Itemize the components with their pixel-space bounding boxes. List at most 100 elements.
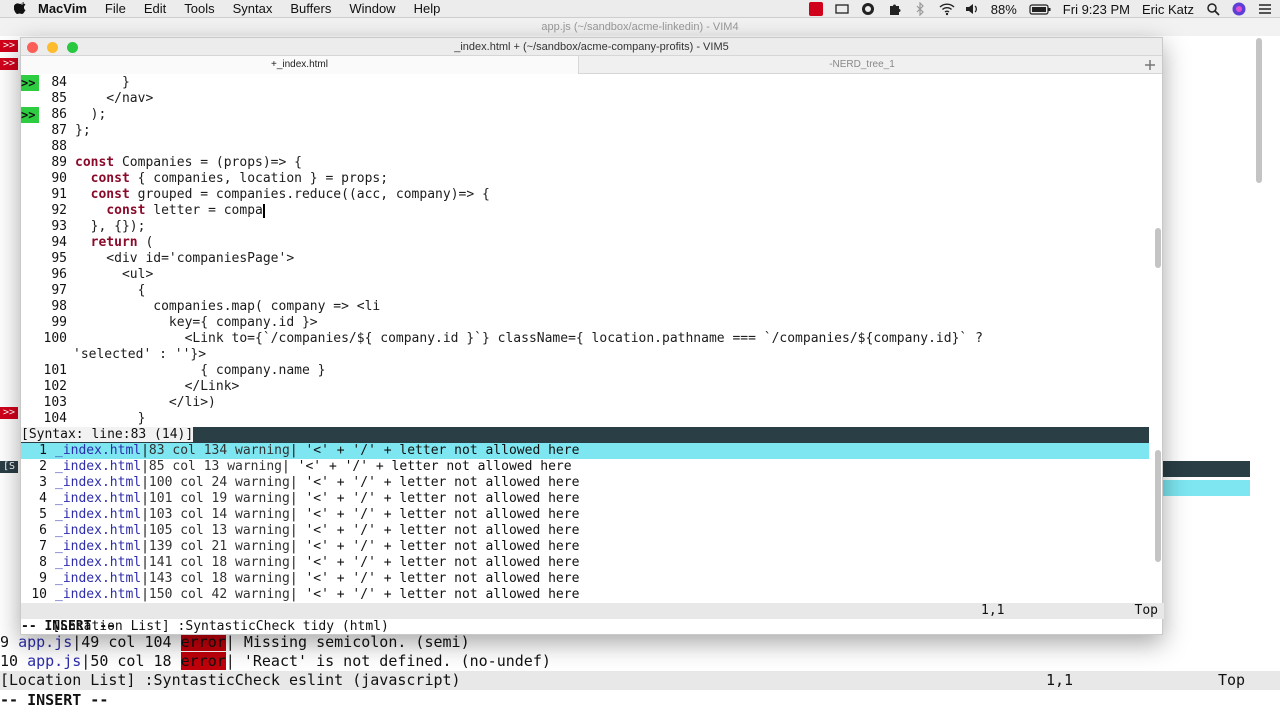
- code-line[interactable]: 94 return (: [21, 235, 153, 251]
- bluetooth-icon[interactable]: [913, 1, 927, 17]
- menu-window[interactable]: Window: [349, 1, 395, 16]
- code-line[interactable]: 93 }, {});: [21, 219, 145, 235]
- code-line[interactable]: >> 86 );: [21, 107, 106, 123]
- clock[interactable]: Fri 9:23 PM: [1063, 2, 1130, 17]
- location-list[interactable]: 1 _index.html|83 col 134 warning| '<' + '…: [21, 443, 1149, 603]
- list-file: _index.html: [55, 443, 142, 458]
- list-item[interactable]: 6 _index.html|105 col 13 warning| '<' + '…: [21, 523, 1149, 539]
- code-text: <ul>: [75, 267, 154, 282]
- code-line[interactable]: 101 { company.name }: [21, 363, 326, 379]
- line-number: 103: [43, 395, 67, 410]
- code-text: companies.map( company => <li: [75, 299, 381, 314]
- menu-edit[interactable]: Edit: [144, 1, 166, 16]
- list-item[interactable]: 3 _index.html|100 col 24 warning| '<' + '…: [21, 475, 1149, 491]
- list-message: '<' + '/' + letter not allowed here: [297, 491, 580, 506]
- line-number: 104: [43, 411, 67, 426]
- battery-icon[interactable]: [1029, 2, 1051, 16]
- code-line[interactable]: 87};: [21, 123, 90, 139]
- menu-macvim[interactable]: MacVim: [38, 1, 87, 16]
- location-list-scrollbar[interactable]: [1155, 450, 1161, 562]
- code-line[interactable]: 97 {: [21, 283, 145, 299]
- list-item[interactable]: 5 _index.html|103 col 14 warning| '<' + '…: [21, 507, 1149, 523]
- menu-help[interactable]: Help: [414, 1, 441, 16]
- code-line[interactable]: 103 </li>): [21, 395, 216, 411]
- list-file: _index.html: [55, 539, 142, 554]
- line-number: 85: [51, 91, 67, 106]
- code-line[interactable]: 92 const letter = compa: [21, 203, 265, 219]
- spotlight-search-icon[interactable]: [1206, 2, 1220, 16]
- code-line[interactable]: >> 84 }: [21, 75, 130, 91]
- editor-scrollbar[interactable]: [1155, 228, 1161, 268]
- list-item[interactable]: 10 _index.html|150 col 42 warning| '<' + …: [21, 587, 1149, 603]
- code-line[interactable]: 91 const grouped = companies.reduce((acc…: [21, 187, 489, 203]
- line-number: 88: [51, 139, 67, 154]
- separator: |: [141, 523, 149, 538]
- list-file: _index.html: [55, 507, 142, 522]
- menu-buffers[interactable]: Buffers: [290, 1, 331, 16]
- line-number: 97: [51, 283, 67, 298]
- list-location: 85 col 13 warning: [148, 459, 282, 474]
- code-line[interactable]: 95 <div id='companiesPage'>: [21, 251, 294, 267]
- menu-tools[interactable]: Tools: [184, 1, 214, 16]
- add-tab-icon[interactable]: [1144, 59, 1156, 71]
- code-line[interactable]: 'selected' : ''}>: [21, 347, 206, 363]
- code-line[interactable]: 96 <ul>: [21, 267, 153, 283]
- tab-nerd-tree[interactable]: -NERD_tree_1: [580, 56, 1144, 74]
- list-item[interactable]: 8 _index.html|141 col 18 warning| '<' + '…: [21, 555, 1149, 571]
- list-item[interactable]: 10 app.js|50 col 18 error| 'React' is no…: [0, 652, 551, 671]
- siri-icon[interactable]: [1232, 2, 1246, 16]
- status-left: [Location List] :SyntasticCheck eslint (…: [0, 671, 461, 689]
- code-line[interactable]: 100 <Link to={`/companies/${ company.id …: [21, 331, 983, 347]
- list-item[interactable]: 9 app.js|49 col 104 error| Missing semic…: [0, 633, 470, 652]
- separator: |: [141, 443, 149, 458]
- user-name[interactable]: Eric Katz: [1142, 2, 1194, 17]
- keyword: const: [75, 155, 115, 170]
- list-index: 10: [31, 587, 47, 602]
- code-line[interactable]: 88: [21, 139, 75, 155]
- status-position: 1,1: [981, 603, 1005, 618]
- list-item[interactable]: 1 _index.html|83 col 134 warning| '<' + '…: [21, 443, 1149, 459]
- tab-index-html[interactable]: +_index.html: [21, 56, 579, 74]
- recording-icon[interactable]: [808, 2, 823, 16]
- list-message: '<' + '/' + letter not allowed here: [297, 507, 580, 522]
- line-number: 101: [43, 363, 67, 378]
- window-titlebar[interactable]: _index.html + (~/sandbox/acme-company-pr…: [21, 38, 1162, 56]
- code-text: </li>): [75, 395, 216, 410]
- list-item[interactable]: 4 _index.html|101 col 19 warning| '<' + '…: [21, 491, 1149, 507]
- menu-syntax[interactable]: Syntax: [233, 1, 273, 16]
- code-line[interactable]: 102 </Link>: [21, 379, 240, 395]
- screen-share-icon[interactable]: [835, 2, 849, 16]
- code-line[interactable]: 89 const Companies = (props)=> {: [21, 155, 302, 171]
- qf-index: 9: [0, 633, 10, 651]
- zoom-icon[interactable]: [67, 42, 78, 53]
- list-item[interactable]: 2 _index.html|85 col 13 warning| '<' + '/…: [21, 459, 1149, 475]
- list-location: 139 col 21 warning: [148, 539, 290, 554]
- background-scrollbar[interactable]: [1256, 38, 1262, 183]
- apple-icon[interactable]: [13, 1, 28, 16]
- list-location: 101 col 19 warning: [148, 491, 290, 506]
- wifi-icon[interactable]: [939, 2, 955, 16]
- menu-file[interactable]: File: [105, 1, 126, 16]
- background-mode-indicator: -- INSERT --: [0, 691, 109, 709]
- list-item[interactable]: 9 _index.html|143 col 18 warning| '<' + '…: [21, 571, 1149, 587]
- code-text: <div id='companiesPage'>: [75, 251, 295, 266]
- creative-cloud-icon[interactable]: [861, 2, 875, 16]
- volume-icon[interactable]: [965, 2, 979, 16]
- vim-window[interactable]: _index.html + (~/sandbox/acme-company-pr…: [20, 37, 1164, 635]
- puzzle-icon[interactable]: [887, 2, 901, 16]
- error-sign-marker: >>: [0, 407, 18, 419]
- minimize-icon[interactable]: [47, 42, 58, 53]
- list-item[interactable]: 7 _index.html|139 col 21 warning| '<' + '…: [21, 539, 1149, 555]
- code-line[interactable]: 99 key={ company.id }>: [21, 315, 317, 331]
- line-number: 89: [51, 155, 67, 170]
- code-line[interactable]: 98 companies.map( company => <li: [21, 299, 380, 315]
- list-location: 150 col 42 warning: [148, 587, 290, 602]
- notification-center-icon[interactable]: [1258, 2, 1272, 16]
- code-line[interactable]: 90 const { companies, location } = props…: [21, 171, 388, 187]
- code-line[interactable]: 104 }: [21, 411, 146, 427]
- close-icon[interactable]: [27, 42, 38, 53]
- list-location: 141 col 18 warning: [148, 555, 290, 570]
- code-line[interactable]: 85 </nav>: [21, 91, 153, 107]
- separator: |: [141, 587, 149, 602]
- code-editor[interactable]: >> 84 } 85 </nav> >> 86 ); 87}; 88 89 const Comp…: [21, 75, 1149, 427]
